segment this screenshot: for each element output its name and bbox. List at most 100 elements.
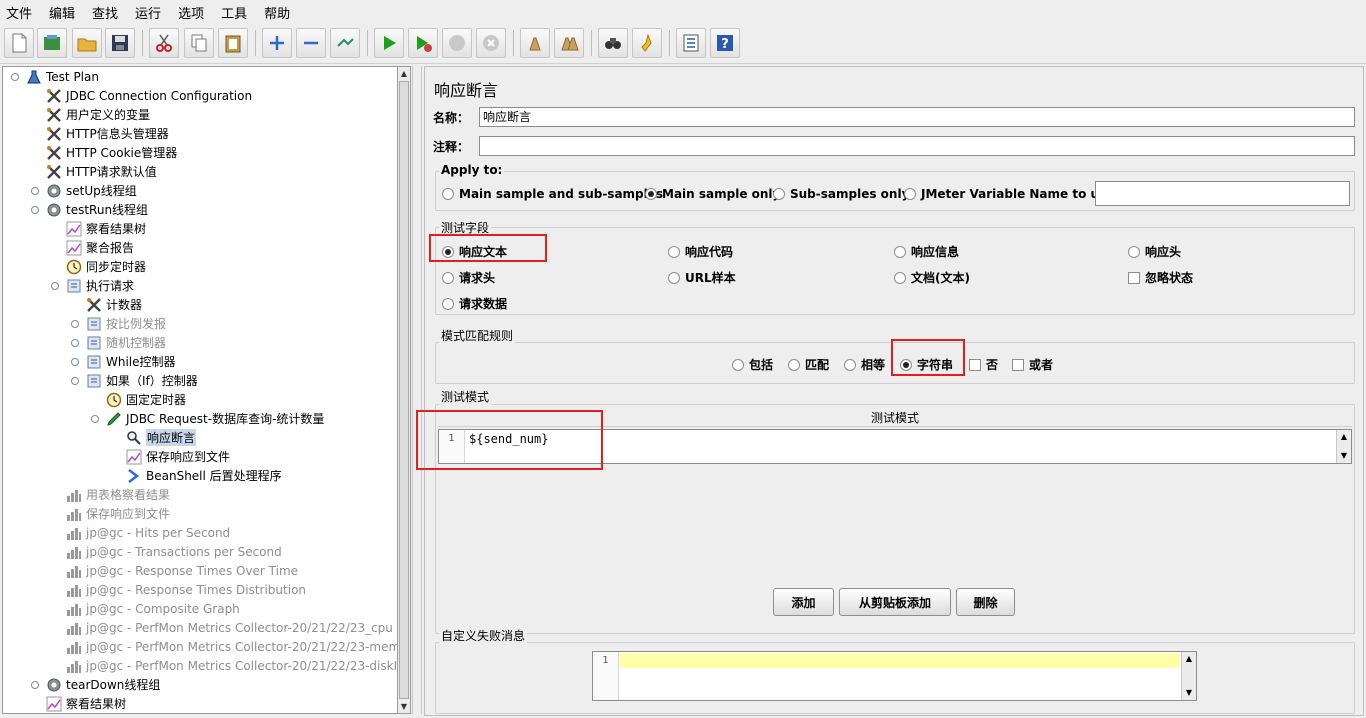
apply-main-only-radio[interactable]: Main sample only (645, 187, 780, 201)
split-pane-divider[interactable] (412, 66, 422, 714)
tree-collapsed-toggle-icon[interactable] (31, 681, 39, 689)
toggle-icon[interactable] (330, 28, 360, 58)
tree-node[interactable]: jp@gc - Response Times Distribution (65, 580, 306, 599)
save-icon[interactable] (105, 28, 135, 58)
tree-node[interactable]: setUp线程组 (45, 181, 137, 200)
tree-scrollbar[interactable]: ▲ ▼ (397, 66, 411, 714)
tree-node[interactable]: 察看结果树 (45, 694, 126, 713)
tree-node[interactable]: 同步定时器 (65, 257, 146, 276)
tree-node[interactable]: 用户定义的变量 (45, 105, 150, 124)
tree-node[interactable]: 察看结果树 (65, 219, 146, 238)
comment-field[interactable] (479, 136, 1355, 156)
tree-node[interactable]: jp@gc - PerfMon Metrics Collector-20/21/… (65, 618, 393, 637)
tree-node[interactable]: HTTP Cookie管理器 (45, 143, 177, 162)
clear-all-icon[interactable] (554, 28, 584, 58)
tree-node[interactable]: jp@gc - Hits per Second (65, 523, 230, 542)
function-helper-icon[interactable] (676, 28, 706, 58)
tree-node[interactable]: JDBC Request-数据库查询-统计数量 (105, 409, 324, 428)
rule-not-checkbox[interactable]: 否 (969, 356, 998, 373)
tree-expanded-toggle-icon[interactable] (11, 73, 19, 81)
field-request-data-radio[interactable]: 请求数据 (442, 295, 507, 312)
scroll-thumb[interactable] (399, 81, 409, 699)
tree-node[interactable]: 响应断言 (125, 428, 197, 447)
field-response-code-radio[interactable]: 响应代码 (668, 243, 733, 260)
tree-collapsed-toggle-icon[interactable] (71, 358, 79, 366)
tree-node[interactable]: 按比例发报 (85, 314, 166, 333)
reset-search-icon[interactable] (632, 28, 662, 58)
failure-message-editor[interactable]: 1 ▲ ▼ (592, 651, 1197, 701)
tree-node[interactable]: jp@gc - Composite Graph (65, 599, 240, 618)
tree-node[interactable]: Test Plan (25, 67, 99, 86)
tree-expanded-toggle-icon[interactable] (91, 415, 99, 423)
templates-icon[interactable] (37, 28, 67, 58)
tree-expanded-toggle-icon[interactable] (31, 206, 39, 214)
rule-contains-radio[interactable]: 包括 (732, 356, 773, 373)
menu-edit[interactable]: 编辑 (49, 3, 75, 22)
menu-run[interactable]: 运行 (135, 3, 161, 22)
tree-expanded-toggle-icon[interactable] (51, 282, 59, 290)
tree-node[interactable]: JDBC Connection Configuration (45, 86, 252, 105)
collapse-icon[interactable] (296, 28, 326, 58)
tree-node[interactable]: 保存响应到文件 (65, 504, 170, 523)
delete-button[interactable]: 删除 (956, 588, 1015, 616)
new-icon[interactable] (4, 28, 34, 58)
tree-node[interactable]: 保存响应到文件 (125, 447, 230, 466)
tree-node[interactable]: While控制器 (85, 352, 176, 371)
ignore-status-checkbox[interactable]: 忽略状态 (1128, 269, 1193, 286)
tree-node[interactable]: jp@gc - Transactions per Second (65, 542, 282, 561)
scroll-up-arrow-icon[interactable]: ▲ (1338, 431, 1350, 443)
tree-node[interactable]: 聚合报告 (65, 238, 134, 257)
cut-icon[interactable] (149, 28, 179, 58)
tree-node[interactable]: tearDown线程组 (45, 675, 160, 694)
tree-node[interactable]: 随机控制器 (85, 333, 166, 352)
tree-node[interactable]: 计数器 (85, 295, 142, 314)
stop-icon[interactable] (442, 28, 472, 58)
test-plan-tree[interactable]: Test Plan JDBC Connection Configuration 用户… (2, 66, 398, 714)
scroll-up-arrow-icon[interactable]: ▲ (1183, 653, 1195, 665)
menu-file[interactable]: 文件 (6, 3, 32, 22)
menu-help[interactable]: 帮助 (264, 3, 290, 22)
add-button[interactable]: 添加 (773, 588, 834, 616)
rule-or-checkbox[interactable]: 或者 (1012, 356, 1053, 373)
apply-main-and-sub-radio[interactable]: Main sample and sub-samples (442, 187, 663, 201)
menu-options[interactable]: 选项 (178, 3, 204, 22)
tree-node[interactable]: 固定定时器 (105, 390, 186, 409)
field-response-headers-radio[interactable]: 响应头 (1128, 243, 1181, 260)
tree-node[interactable]: 如果（If）控制器 (85, 371, 198, 390)
add-from-clipboard-button[interactable]: 从剪贴板添加 (839, 588, 951, 616)
tree-node[interactable]: jp@gc - PerfMon Metrics Collector-20/21/… (65, 656, 397, 675)
field-request-headers-radio[interactable]: 请求头 (442, 269, 495, 286)
editor-scrollbar[interactable]: ▲ ▼ (1181, 652, 1196, 700)
tree-node[interactable]: HTTP信息头管理器 (45, 124, 169, 143)
tree-node[interactable]: 执行请求 (65, 276, 134, 295)
shutdown-icon[interactable] (476, 28, 506, 58)
field-response-message-radio[interactable]: 响应信息 (894, 243, 959, 260)
apply-jmeter-variable-radio[interactable]: JMeter Variable Name to use (904, 187, 1114, 201)
scroll-down-arrow-icon[interactable]: ▼ (1183, 687, 1195, 699)
rule-matches-radio[interactable]: 匹配 (788, 356, 829, 373)
scroll-down-arrow-icon[interactable]: ▼ (1338, 450, 1350, 462)
tree-node[interactable]: BeanShell 后置处理程序 (125, 466, 282, 485)
tree-node[interactable]: 用表格察看结果 (65, 485, 170, 504)
name-field[interactable]: 响应断言 (479, 107, 1355, 127)
start-no-pause-icon[interactable] (408, 28, 438, 58)
paste-icon[interactable] (218, 28, 248, 58)
tree-node[interactable]: jp@gc - PerfMon Metrics Collector-20/21/… (65, 637, 397, 656)
menu-tools[interactable]: 工具 (221, 3, 247, 22)
menu-search[interactable]: 查找 (92, 3, 118, 22)
tree-collapsed-toggle-icon[interactable] (31, 187, 39, 195)
tree-expanded-toggle-icon[interactable] (71, 377, 79, 385)
tree-node[interactable]: jp@gc - Response Times Over Time (65, 561, 298, 580)
help-icon[interactable]: ? (710, 28, 740, 58)
copy-icon[interactable] (184, 28, 214, 58)
field-url-sampled-radio[interactable]: URL样本 (668, 269, 736, 286)
field-document-text-radio[interactable]: 文档(文本) (894, 269, 970, 286)
editor-scrollbar[interactable]: ▲ ▼ (1336, 430, 1351, 463)
search-icon[interactable] (598, 28, 628, 58)
tree-collapsed-toggle-icon[interactable] (71, 320, 79, 328)
apply-sub-only-radio[interactable]: Sub-samples only (773, 187, 909, 201)
start-icon[interactable] (374, 28, 404, 58)
tree-collapsed-toggle-icon[interactable] (71, 339, 79, 347)
rule-equals-radio[interactable]: 相等 (844, 356, 885, 373)
tree-node[interactable]: testRun线程组 (45, 200, 148, 219)
